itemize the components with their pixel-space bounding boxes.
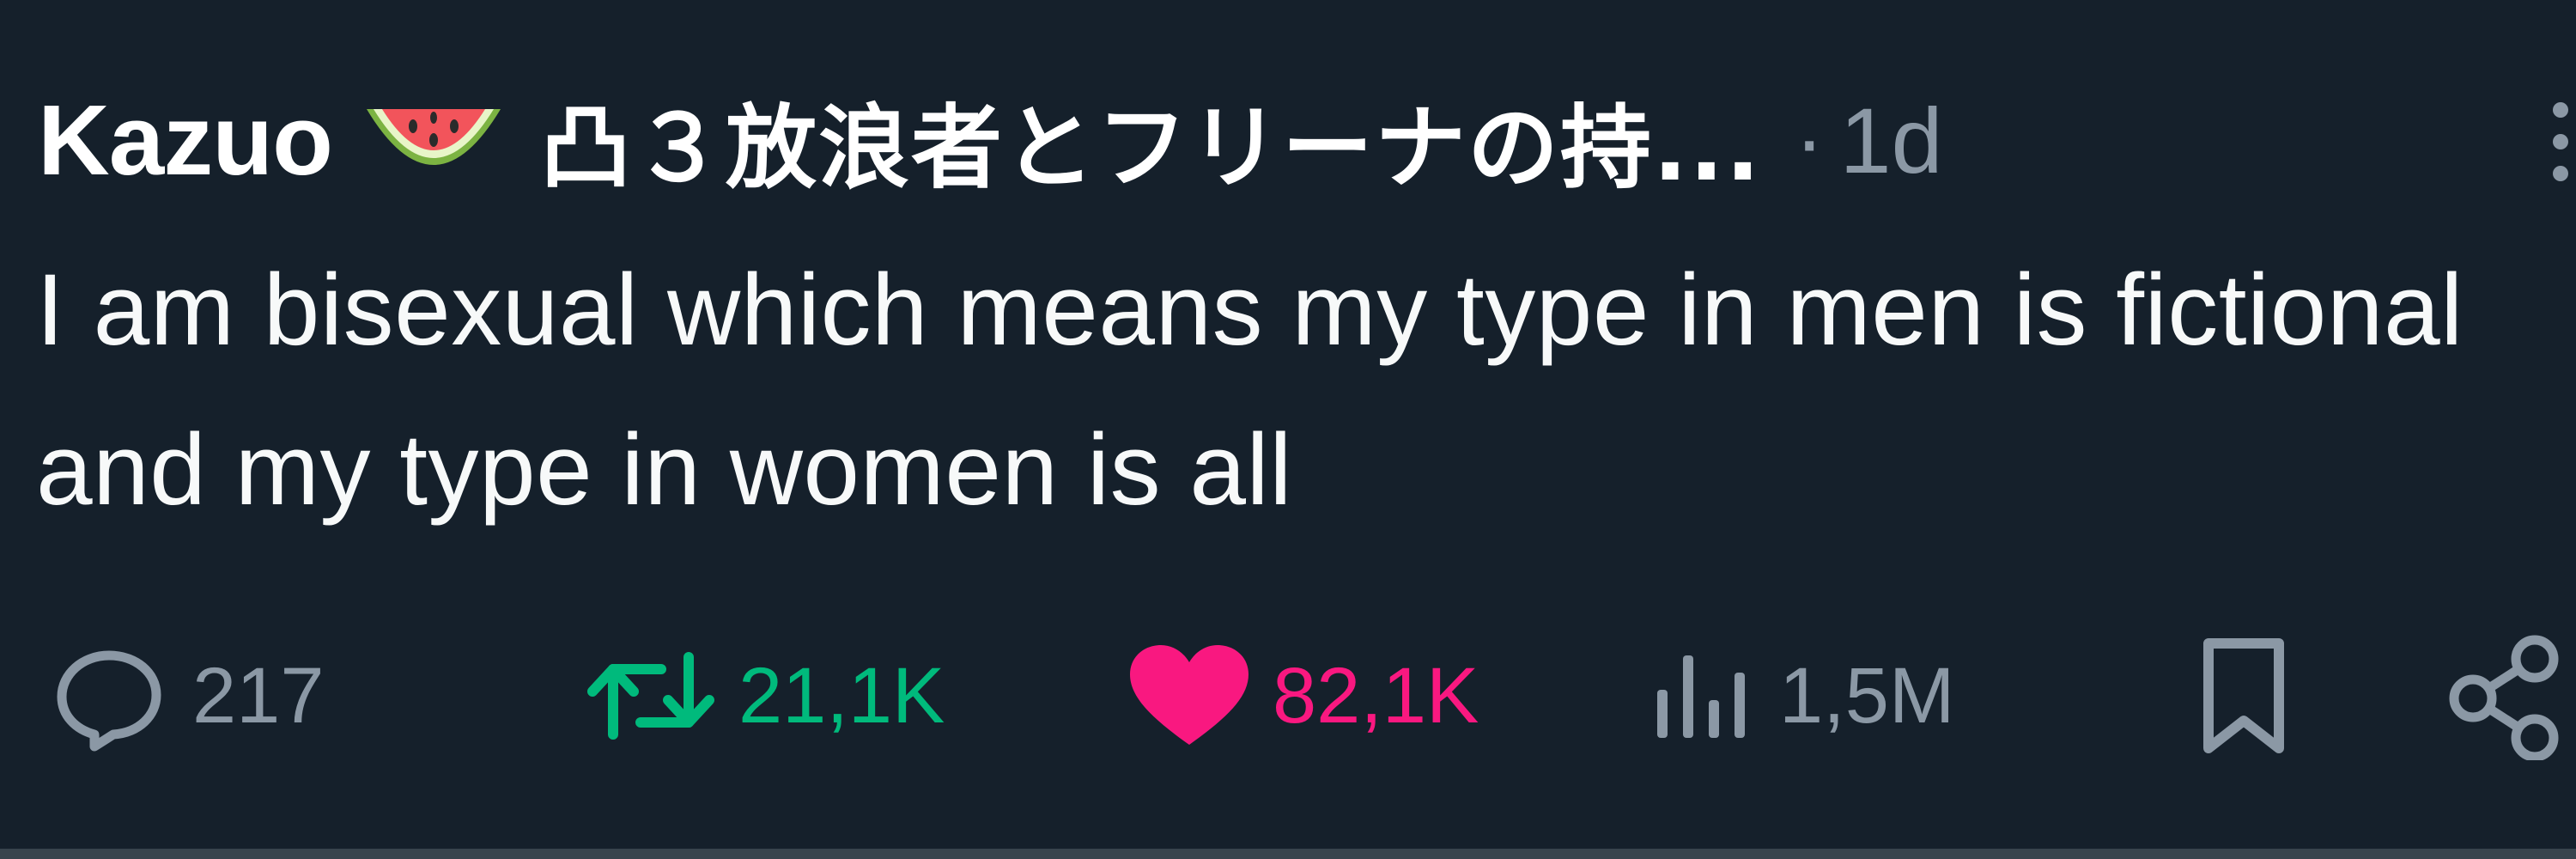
retweet-button[interactable]: 21,1K [582,618,945,773]
tweet-actions: 217 21,1K 82,1K 1,5M [0,618,2576,773]
share-button[interactable] [2440,618,2569,773]
tweet[interactable]: Kazuo 凸３放浪者とフリーナの持... · 1d I am bisexual… [0,0,2576,850]
share-icon [2449,635,2559,760]
retweet-count: 21,1K [738,651,945,740]
heart-icon [1130,645,1249,745]
tweet-text: I am bisexual which means my type in men… [36,253,2464,527]
bookmark-icon [2203,638,2284,753]
like-button[interactable]: 82,1K [1125,618,1479,773]
reply-button[interactable]: 217 [45,618,325,773]
like-count: 82,1K [1273,651,1479,740]
tweet-header: Kazuo 凸３放浪者とフリーナの持... · 1d [38,76,2576,204]
timestamp[interactable]: 1d [1839,87,1942,194]
watermelon-icon [367,109,501,165]
author-name[interactable]: Kazuo [38,82,333,198]
views-chart-icon [1657,655,1745,738]
author-display-extra: 凸３放浪者とフリーナの持... [540,95,1762,201]
views-button[interactable]: 1,5M [1649,618,1955,773]
views-count: 1,5M [1779,651,1955,740]
more-options-icon[interactable] [2542,94,2576,189]
reply-count: 217 [192,651,325,740]
reply-icon [57,650,161,752]
retweet-icon [587,652,714,740]
separator-dot: · [1794,89,1825,190]
bookmark-button[interactable] [2188,618,2300,773]
divider [0,849,2576,859]
